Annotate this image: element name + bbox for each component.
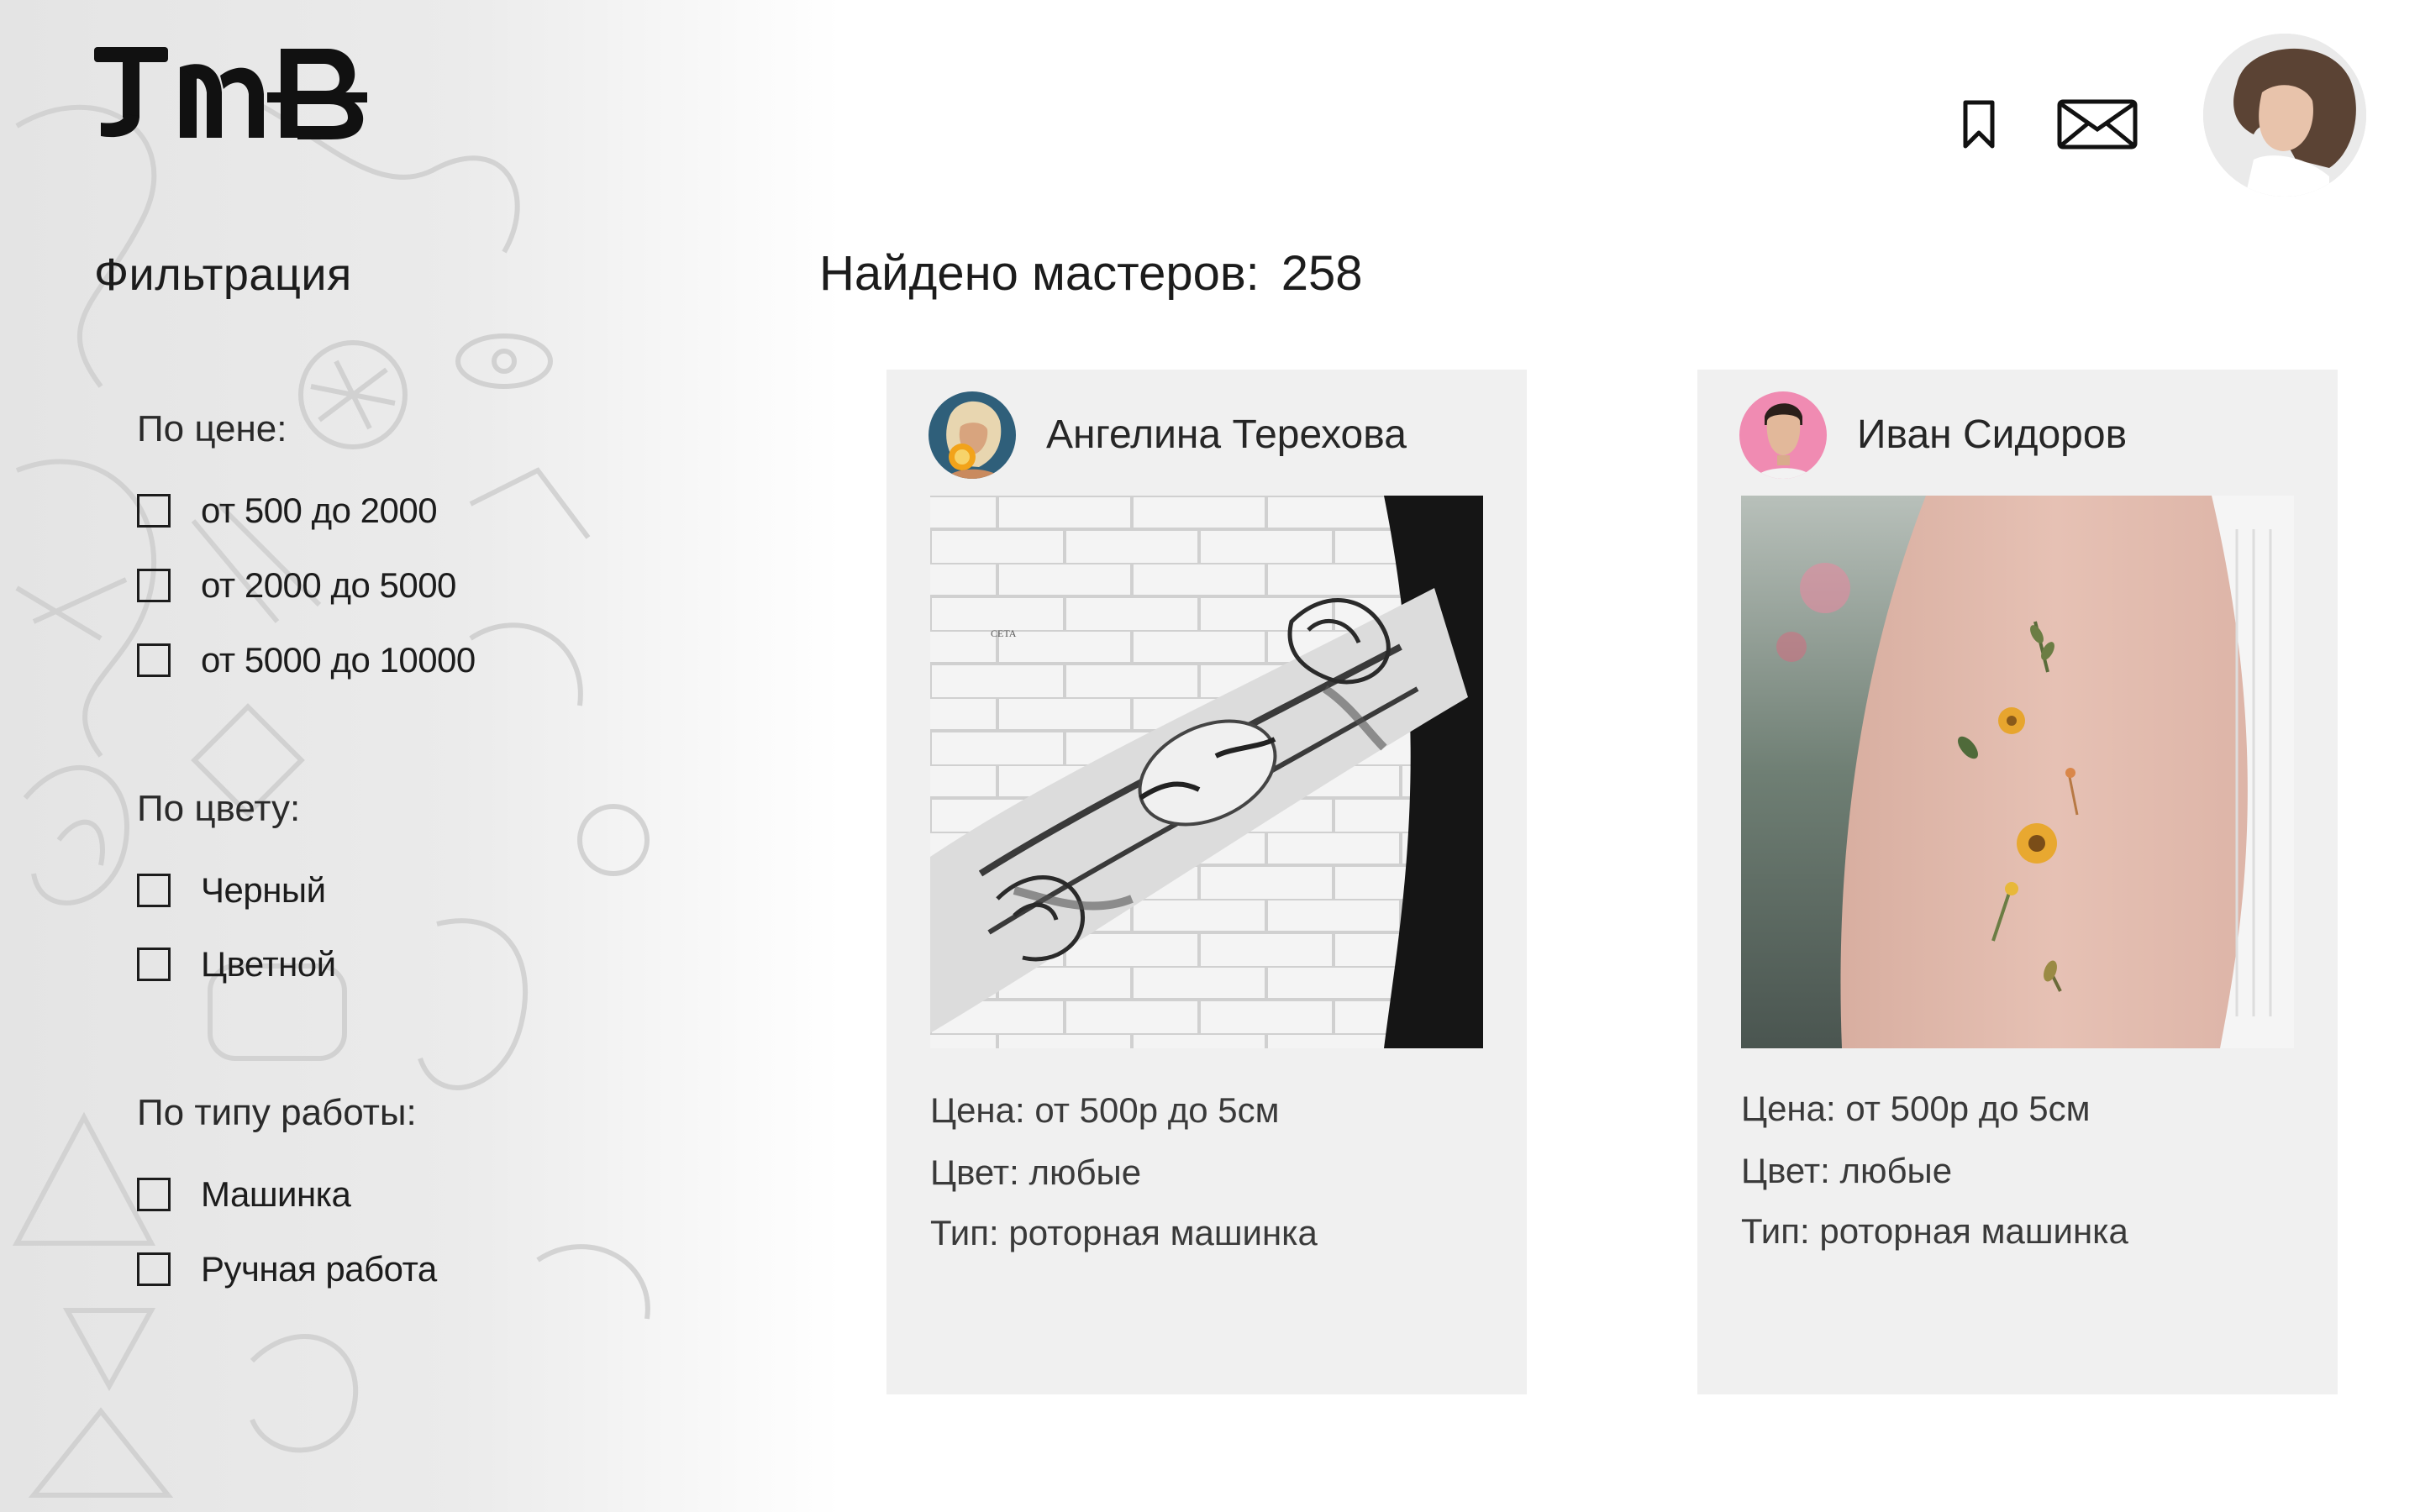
master-type: Тип: роторная машинка bbox=[930, 1213, 1318, 1252]
filter-option-price-5000-10000[interactable]: от 5000 до 10000 bbox=[137, 640, 476, 680]
master-color: Цвет: любые bbox=[930, 1152, 1142, 1192]
checkbox[interactable] bbox=[137, 569, 171, 602]
mail-icon[interactable] bbox=[2057, 99, 2138, 150]
results-label: Найдено мастеров: bbox=[819, 246, 1260, 301]
filter-option-label: Ручная работа bbox=[201, 1249, 437, 1289]
filter-option-label: от 5000 до 10000 bbox=[201, 640, 476, 680]
bookmark-icon[interactable] bbox=[1962, 99, 1996, 150]
filter-option-price-2000-5000[interactable]: от 2000 до 5000 bbox=[137, 565, 456, 606]
photo-watermark: CETA bbox=[991, 627, 1017, 639]
checkbox[interactable] bbox=[137, 948, 171, 981]
user-avatar[interactable] bbox=[2203, 34, 2366, 197]
filter-option-black[interactable]: Черный bbox=[137, 870, 326, 911]
filter-option-label: Цветной bbox=[201, 944, 336, 984]
checkbox[interactable] bbox=[137, 494, 171, 528]
filter-option-colored[interactable]: Цветной bbox=[137, 944, 336, 984]
master-avatar[interactable] bbox=[929, 391, 1016, 479]
master-type: Тип: роторная машинка bbox=[1741, 1211, 2128, 1251]
master-price: Цена: от 500р до 5см bbox=[930, 1090, 1280, 1130]
results-number: 258 bbox=[1281, 246, 1363, 301]
filter-group-worktype-title: По типу работы: bbox=[137, 1092, 417, 1133]
page: Фильтрация По цене: от 500 до 2000 от 20… bbox=[0, 0, 2420, 1512]
portfolio-photo[interactable] bbox=[1741, 496, 2294, 1048]
master-color: Цвет: любые bbox=[1741, 1151, 1953, 1190]
master-card[interactable]: Иван Сидоров Цена: от 500р до 5см Цвет: … bbox=[1697, 370, 2338, 1394]
filter-group-price-title: По цене: bbox=[137, 408, 287, 449]
master-name[interactable]: Иван Сидоров bbox=[1857, 412, 2127, 458]
filter-option-label: Черный bbox=[201, 870, 326, 910]
master-avatar[interactable] bbox=[1739, 391, 1827, 479]
checkbox[interactable] bbox=[137, 1178, 171, 1211]
filter-option-label: Машинка bbox=[201, 1174, 351, 1214]
filter-title: Фильтрация bbox=[94, 249, 352, 300]
master-card[interactable]: Ангелина Терехова CETA Цена: от 500р до … bbox=[886, 370, 1527, 1394]
master-name[interactable]: Ангелина Терехова bbox=[1046, 412, 1407, 458]
checkbox[interactable] bbox=[137, 1252, 171, 1286]
checkbox[interactable] bbox=[137, 643, 171, 677]
results-count: Найдено мастеров: 258 bbox=[819, 245, 1363, 302]
master-price: Цена: от 500р до 5см bbox=[1741, 1089, 2091, 1128]
portfolio-photo[interactable]: CETA bbox=[930, 496, 1483, 1048]
logo[interactable] bbox=[94, 42, 367, 143]
filter-option-machine[interactable]: Машинка bbox=[137, 1174, 351, 1215]
filter-option-label: от 500 до 2000 bbox=[201, 491, 438, 530]
filter-option-price-500-2000[interactable]: от 500 до 2000 bbox=[137, 491, 438, 531]
filter-group-color-title: По цвету: bbox=[137, 788, 301, 829]
checkbox[interactable] bbox=[137, 874, 171, 907]
filter-option-handwork[interactable]: Ручная работа bbox=[137, 1249, 437, 1289]
filter-option-label: от 2000 до 5000 bbox=[201, 565, 456, 605]
